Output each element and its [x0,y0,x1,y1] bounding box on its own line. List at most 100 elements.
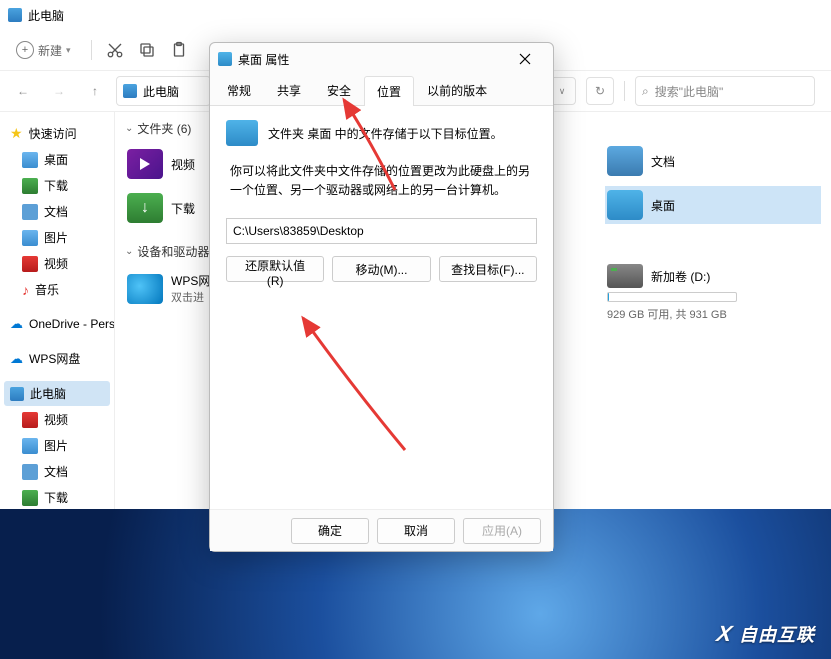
new-label: 新建 [38,42,62,59]
tab-security[interactable]: 安全 [314,75,364,105]
documents-folder-icon [607,146,643,176]
divider [91,40,92,60]
tab-label: 安全 [327,84,351,98]
sidebar-label: 图片 [44,229,68,246]
folder-label: 视频 [171,156,195,173]
sidebar-item-videos2[interactable]: 视频 [4,407,110,432]
copy-icon[interactable] [138,41,156,59]
close-button[interactable] [505,44,545,74]
tab-sharing[interactable]: 共享 [264,75,314,105]
sidebar-label: 下载 [44,489,68,506]
sidebar-item-thispc[interactable]: 此电脑 [4,381,110,406]
close-icon [519,53,531,65]
tab-previous[interactable]: 以前的版本 [414,75,500,105]
wps-label: WPS网 [171,272,210,289]
divider [624,81,625,101]
folder-label: 文档 [651,153,675,170]
sidebar-item-pictures[interactable]: 图片 [4,225,110,250]
wps-sub: 双击进 [171,289,210,305]
video-icon [22,412,38,428]
download-folder-icon [127,193,163,223]
watermark-text: 自由互联 [739,621,815,647]
tab-label: 位置 [377,85,401,99]
chevron-down-icon: ⌄ [125,123,133,134]
sidebar: ★ 快速访问 桌面 下载 文档 图片 视频 ♪音乐 ☁OneDrive - Per… [0,112,115,532]
folder-desktop[interactable]: 桌面 [605,186,821,224]
folder-label: 下载 [171,200,195,217]
sidebar-item-quickaccess[interactable]: ★ 快速访问 [4,121,110,146]
cloud-icon: ☁ [10,316,23,332]
sidebar-label: 视频 [44,255,68,272]
sidebar-item-desktop[interactable]: 桌面 [4,147,110,172]
path-input[interactable] [226,218,537,244]
apply-button[interactable]: 应用(A) [463,518,541,544]
dialog-footer: 确定 取消 应用(A) [210,509,553,551]
paste-icon[interactable] [170,41,188,59]
sidebar-label: 文档 [44,463,68,480]
pictures-icon [22,230,38,246]
sidebar-label: 音乐 [35,281,59,298]
sidebar-item-pictures2[interactable]: 图片 [4,433,110,458]
folder-documents[interactable]: 文档 [605,142,821,180]
drive-d[interactable]: 新加卷 (D:) 929 GB 可用, 共 931 GB [605,260,821,326]
sidebar-item-wps[interactable]: ☁WPS网盘 [4,346,110,371]
sidebar-label: 下载 [44,177,68,194]
download-icon [22,178,38,194]
sidebar-label: 文档 [44,203,68,220]
refresh-button[interactable]: ↻ [586,77,614,105]
explorer-title: 此电脑 [28,7,64,24]
dialog-title: 桌面 属性 [238,51,289,68]
chevron-down-icon: ▾ [66,45,71,56]
restore-default-button[interactable]: 还原默认值(R) [226,256,324,282]
pc-icon [123,84,137,98]
back-button[interactable]: ← [8,76,38,106]
dialog-body: 文件夹 桌面 中的文件存储于以下目标位置。 你可以将此文件夹中文件存储的位置更改… [210,106,553,509]
desktop-folder-icon [607,190,643,220]
drive-sub: 929 GB 可用, 共 931 GB [607,306,819,322]
dialog-icon [218,52,232,66]
sidebar-label: 桌面 [44,151,68,168]
sidebar-item-onedrive[interactable]: ☁OneDrive - Pers [4,312,110,336]
search-placeholder: 搜索"此电脑" [655,83,724,100]
download-icon [22,490,38,506]
move-button[interactable]: 移动(M)... [332,256,430,282]
watermark: X 自由互联 [717,621,815,647]
tab-label: 以前的版本 [427,84,487,98]
info-text: 文件夹 桌面 中的文件存储于以下目标位置。 [268,125,503,142]
cancel-button[interactable]: 取消 [377,518,455,544]
sidebar-label: 快速访问 [29,125,77,142]
pictures-icon [22,438,38,454]
sidebar-label: 此电脑 [30,385,66,402]
forward-button[interactable]: → [44,76,74,106]
document-icon [22,204,38,220]
sidebar-item-documents2[interactable]: 文档 [4,459,110,484]
watermark-x-icon: X [715,621,735,647]
wps-cloud-icon [127,274,163,304]
dialog-tabs: 常规 共享 安全 位置 以前的版本 [210,75,553,106]
folder-label: 桌面 [651,197,675,214]
section-label: 文件夹 (6) [137,120,191,137]
search-input[interactable]: ⌕ 搜索"此电脑" [635,76,815,106]
chevron-down-icon: ⌄ [125,246,133,257]
new-button[interactable]: + 新建 ▾ [10,37,77,63]
up-button[interactable]: ↑ [80,76,110,106]
sidebar-item-videos[interactable]: 视频 [4,251,110,276]
breadcrumb[interactable]: 此电脑 [116,76,211,106]
tab-location[interactable]: 位置 [364,76,414,106]
desktop-folder-icon [226,120,258,146]
cut-icon[interactable] [106,41,124,59]
sidebar-item-music[interactable]: ♪音乐 [4,277,110,302]
explorer-titlebar: 此电脑 [0,0,831,30]
dialog-titlebar[interactable]: 桌面 属性 [210,43,553,75]
tab-general[interactable]: 常规 [214,75,264,105]
search-icon: ⌕ [642,84,649,99]
sidebar-item-documents[interactable]: 文档 [4,199,110,224]
ok-button[interactable]: 确定 [291,518,369,544]
plus-icon: + [16,41,34,59]
pc-icon [8,8,22,22]
sidebar-item-downloads2[interactable]: 下载 [4,485,110,510]
find-target-button[interactable]: 查找目标(F)... [439,256,537,282]
star-icon: ★ [10,125,23,142]
breadcrumb-text: 此电脑 [143,83,179,100]
sidebar-item-downloads[interactable]: 下载 [4,173,110,198]
